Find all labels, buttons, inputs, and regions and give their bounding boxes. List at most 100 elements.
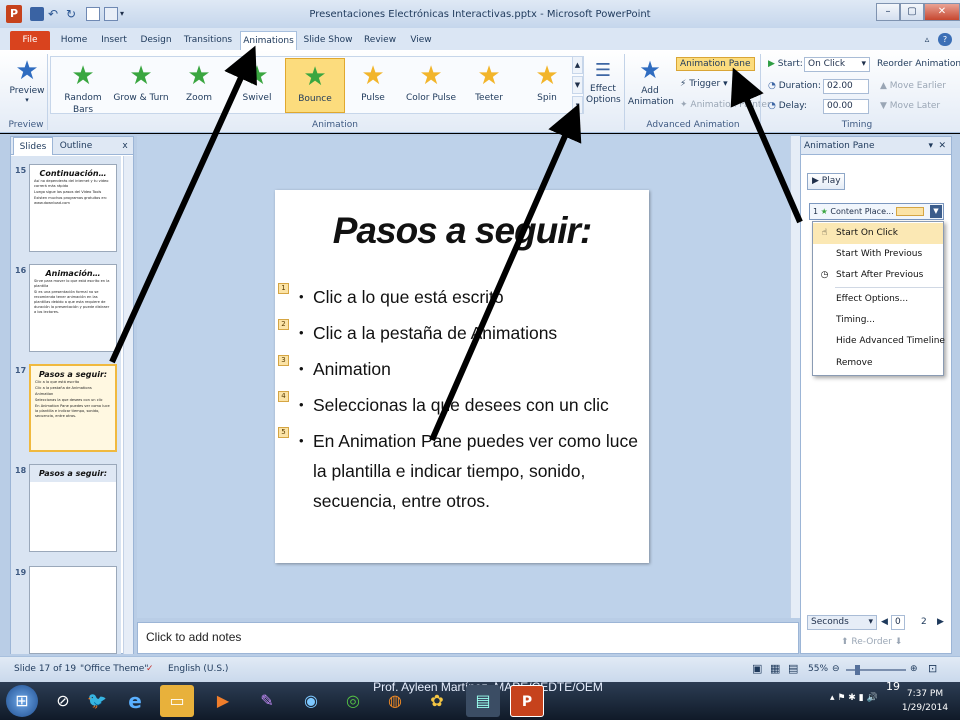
menu-item-start-with-previous[interactable]: Start With Previous: [813, 244, 943, 265]
zoom-out-button[interactable]: ⊖: [832, 664, 840, 674]
menu-item-timing[interactable]: Timing...: [813, 310, 943, 331]
tab-slides[interactable]: Slides: [13, 137, 53, 155]
duration-input[interactable]: 02.00: [823, 79, 869, 94]
maximize-button[interactable]: ▢: [900, 3, 924, 21]
effect-options-button[interactable]: ☰ Effect Options: [586, 58, 621, 106]
notes-placeholder[interactable]: Click to add notes: [137, 622, 799, 654]
menu-item-start-after-previous[interactable]: ◷ Start After Previous: [813, 265, 943, 286]
firefox-icon[interactable]: ◍: [378, 685, 412, 717]
trigger-button[interactable]: ⚡ Trigger ▾: [680, 79, 728, 89]
animation-pane-button[interactable]: Animation Pane: [676, 57, 755, 71]
slide-thumbnail[interactable]: Pasos a seguir: Clic a lo que está escrit…: [29, 364, 117, 452]
gallery-up-button[interactable]: ▲: [572, 56, 583, 74]
network-icon[interactable]: ◉: [294, 685, 328, 717]
tab-view[interactable]: View: [404, 31, 438, 50]
seconds-select[interactable]: Seconds ▾: [807, 615, 877, 630]
media-player-icon[interactable]: ▶: [206, 685, 240, 717]
close-button[interactable]: ✕: [924, 3, 960, 21]
sync-icon[interactable]: ⊘: [46, 685, 80, 717]
language[interactable]: English (U.S.): [168, 664, 228, 674]
clock-date: 1/29/2014: [901, 703, 949, 713]
chevron-down-icon[interactable]: ▾: [928, 137, 933, 155]
effect-bounce[interactable]: ★ Bounce: [285, 58, 345, 113]
spellcheck-icon[interactable]: ✓: [146, 664, 154, 674]
animation-order-tag[interactable]: 4: [278, 391, 289, 402]
play-button[interactable]: ▶ Play: [807, 173, 845, 190]
effect-spin[interactable]: ★ Spin: [517, 58, 577, 113]
sorter-view-icon[interactable]: ▦: [770, 662, 780, 675]
slide-thumbnail[interactable]: Pasos a seguir:: [29, 464, 117, 552]
item-dropdown-button[interactable]: ▼: [930, 205, 942, 218]
slide-thumbnail[interactable]: Continuación… Así no dependerás del inter…: [29, 164, 117, 252]
help-icon[interactable]: ?: [938, 33, 952, 46]
zoom-in-button[interactable]: ⊕: [910, 664, 918, 674]
slides-scrollbar[interactable]: [123, 156, 133, 654]
close-pane-icon[interactable]: ✕: [938, 137, 946, 155]
file-explorer-icon[interactable]: ▭: [160, 685, 194, 717]
slide-number: 17: [15, 366, 27, 375]
clock[interactable]: 7:37 PM 1/29/2014: [896, 687, 954, 715]
chrome-icon[interactable]: ◎: [336, 685, 370, 717]
start-select[interactable]: On Click ▾: [804, 57, 870, 72]
movie-maker-icon[interactable]: ✎: [250, 685, 284, 717]
animation-order-tag[interactable]: 3: [278, 355, 289, 366]
effect-grow-turn[interactable]: ★ Grow & Turn: [111, 58, 171, 113]
animation-list-item[interactable]: 1 ★ Content Place... ▼: [809, 203, 944, 220]
slide-thumbnail[interactable]: [29, 566, 117, 654]
tab-animations[interactable]: Animations: [240, 31, 297, 50]
menu-item-effect-options[interactable]: Effect Options...: [813, 289, 943, 310]
start-orb-icon[interactable]: ⊞: [6, 685, 38, 717]
app-icon[interactable]: ✿: [420, 685, 454, 717]
menu-item-hide-advanced-timeline[interactable]: Hide Advanced Timeline: [813, 331, 945, 352]
move-earlier-button[interactable]: ▲ Move Earlier: [880, 81, 946, 91]
preview-button[interactable]: ★ Preview ▾: [8, 56, 46, 104]
tab-insert[interactable]: Insert: [96, 31, 132, 50]
menu-item-remove[interactable]: Remove: [813, 353, 943, 374]
workspace: Slides Outline x 1 5 Continuación… Así no d…: [0, 134, 960, 656]
canvas-scrollbar[interactable]: [790, 136, 800, 618]
menu-item-start-on-click[interactable]: ☝ Start On Click: [813, 223, 943, 244]
tab-outline[interactable]: Outline: [55, 137, 97, 155]
tray-icons[interactable]: ▴ ⚑ ✱ ▮ 🔊: [830, 693, 878, 703]
animation-order-tag[interactable]: 2: [278, 319, 289, 330]
powerpoint-taskbar-icon[interactable]: P: [510, 685, 544, 717]
tab-design[interactable]: Design: [137, 31, 175, 50]
normal-view-icon[interactable]: ▣: [752, 662, 762, 675]
close-panel-icon[interactable]: x: [119, 137, 131, 155]
timeline-left-button[interactable]: ◀: [881, 617, 888, 627]
slide-thumbnail[interactable]: Animación… Sirve para mover lo que está e…: [29, 264, 117, 352]
slide-canvas[interactable]: Pasos a seguir: 1 • Clic a lo que está esc…: [275, 190, 649, 563]
tab-home[interactable]: Home: [56, 31, 92, 50]
reading-view-icon[interactable]: ▤: [788, 662, 798, 675]
fit-to-window-icon[interactable]: ⊡: [928, 662, 937, 675]
slide-title[interactable]: Pasos a seguir:: [275, 210, 649, 252]
tab-file[interactable]: File: [10, 31, 50, 50]
tab-review[interactable]: Review: [360, 31, 400, 50]
zoom-slider-thumb[interactable]: [855, 665, 860, 675]
tab-transitions[interactable]: Transitions: [180, 31, 236, 50]
internet-explorer-icon[interactable]: e: [118, 685, 152, 717]
add-animation-button[interactable]: ★ Add Animation: [628, 54, 674, 108]
effect-pulse[interactable]: ★ Pulse: [343, 58, 403, 113]
effect-color-pulse[interactable]: ★ Color Pulse: [401, 58, 461, 113]
reorder-buttons[interactable]: ⬆ Re-Order ⬇: [841, 637, 902, 647]
terminal-icon[interactable]: ▤: [466, 685, 500, 717]
gallery-down-button[interactable]: ▼: [572, 76, 583, 94]
animation-order-tag[interactable]: 5: [278, 427, 289, 438]
effect-random-bars[interactable]: ★ Random Bars: [53, 58, 113, 115]
delay-input[interactable]: 00.00: [823, 99, 869, 114]
tab-slide-show[interactable]: Slide Show: [300, 31, 356, 50]
effect-zoom[interactable]: ★ Zoom: [169, 58, 229, 113]
move-later-button[interactable]: ▼ Move Later: [880, 101, 940, 111]
minimize-button[interactable]: –: [876, 3, 900, 21]
animation-painter-button[interactable]: ✦ Animation Painter: [680, 100, 771, 110]
twitter-icon[interactable]: 🐦: [80, 685, 114, 717]
zoom-level[interactable]: 55%: [808, 664, 828, 674]
animation-order-tag[interactable]: 1: [278, 283, 289, 294]
collapse-ribbon-icon[interactable]: ▵: [920, 31, 934, 50]
effect-swivel[interactable]: ★ Swivel: [227, 58, 287, 113]
gallery-more-button[interactable]: ▾: [572, 96, 583, 114]
menu-item-label: Hide Advanced Timeline: [836, 336, 945, 346]
effect-teeter[interactable]: ★ Teeter: [459, 58, 519, 113]
timeline-right-button[interactable]: ▶: [937, 617, 944, 627]
